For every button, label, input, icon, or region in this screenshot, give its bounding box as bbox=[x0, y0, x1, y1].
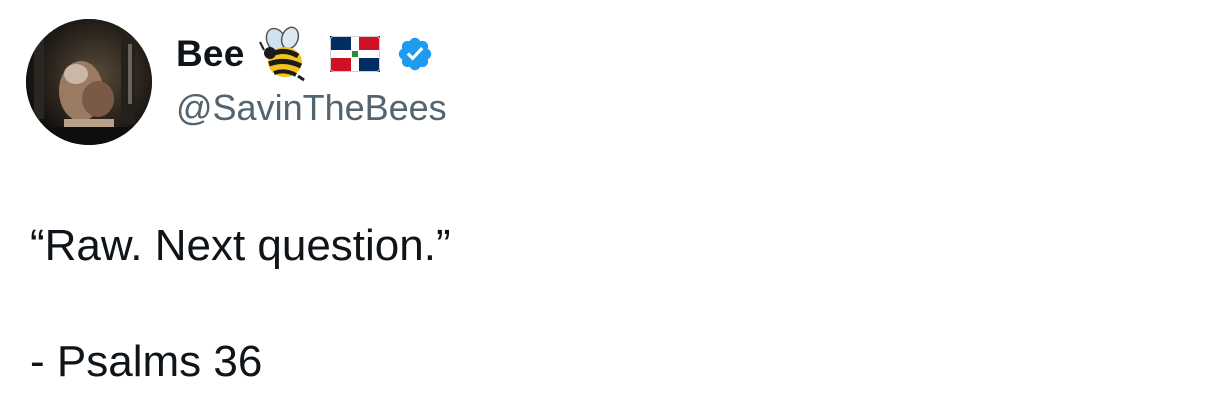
tweet-text-spacer bbox=[30, 272, 451, 336]
avatar-photo bbox=[26, 19, 152, 145]
tweet-text-line-2: - Psalms 36 bbox=[30, 337, 263, 386]
name-row: Bee bbox=[176, 24, 447, 84]
avatar[interactable] bbox=[26, 19, 152, 145]
display-name[interactable]: Bee bbox=[176, 24, 244, 84]
tweet-text-line-1: “Raw. Next question.” bbox=[30, 221, 451, 270]
tweet-text: “Raw. Next question.” - Psalms 36 bbox=[30, 220, 451, 388]
author-block: Bee @SavinTheBees bbox=[176, 24, 447, 130]
bee-emoji-icon bbox=[258, 26, 310, 82]
user-handle[interactable]: @SavinTheBees bbox=[176, 86, 447, 130]
dominican-republic-flag-icon bbox=[330, 36, 381, 72]
verified-badge-icon[interactable] bbox=[396, 35, 434, 73]
tweet-card: Bee @SavinTheBees “Raw. Next question.” … bbox=[0, 0, 1205, 401]
